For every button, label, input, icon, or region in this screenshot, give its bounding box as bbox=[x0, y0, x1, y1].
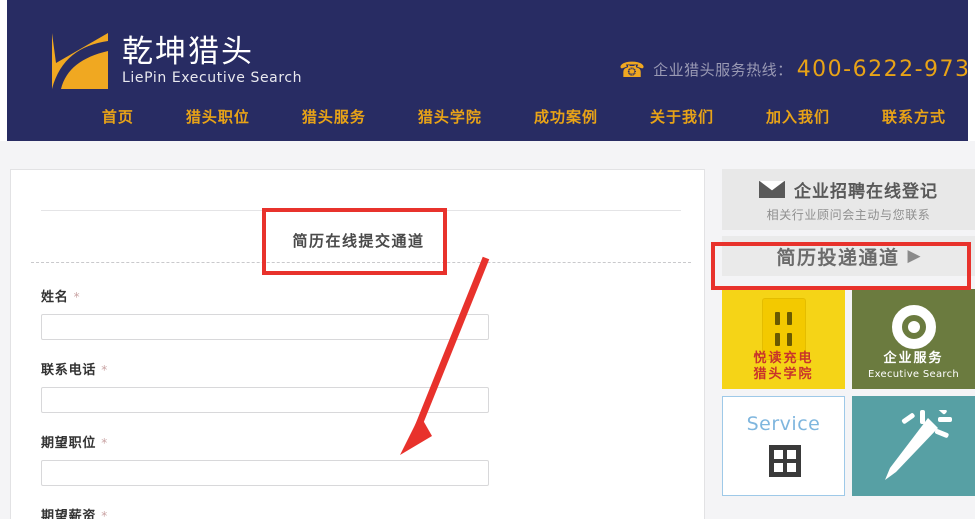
nav-item-join-us[interactable]: 加入我们 bbox=[766, 106, 830, 127]
hotline-number: 400-6222-973 bbox=[796, 57, 968, 82]
site-logo[interactable]: 乾坤猎头 LiePin Executive Search bbox=[52, 33, 302, 89]
field-label-phone-text: 联系电话 bbox=[41, 363, 97, 378]
field-expected-salary: 期望薪资 * bbox=[41, 505, 661, 519]
logo-mark-icon bbox=[52, 33, 108, 89]
nav-item-services[interactable]: 猎头服务 bbox=[302, 106, 366, 127]
enterprise-registration-subtitle: 相关行业顾问会主动与您联系 bbox=[766, 207, 931, 222]
envelope-icon bbox=[759, 180, 785, 198]
telephone-icon: ☎ bbox=[619, 57, 646, 82]
divider-solid bbox=[41, 210, 681, 211]
grid-squares-icon bbox=[769, 445, 801, 477]
page-root: 乾坤猎头 LiePin Executive Search ☎ 企业猎头服务热线：… bbox=[0, 0, 975, 519]
tile-enterprise-service-line2: Executive Search bbox=[867, 369, 960, 380]
resume-form-card: 简历在线提交通道 姓名 * 联系电话 * 期望职位 * 期望薪资 * bbox=[10, 169, 705, 519]
magic-wand-icon bbox=[885, 410, 952, 480]
nav-item-contact[interactable]: 联系方式 bbox=[882, 106, 946, 127]
tile-liepin-academy-line1: 悦读充电 bbox=[753, 351, 814, 366]
enterprise-registration-title-row: 企业招聘在线登记 bbox=[759, 177, 938, 202]
required-asterisk: * bbox=[101, 509, 109, 519]
field-label-name-text: 姓名 bbox=[41, 290, 69, 305]
field-expected-position: 期望职位 * bbox=[41, 432, 661, 486]
tile-enterprise-service-line1: 企业服务 bbox=[883, 351, 944, 366]
sidebar: 企业招聘在线登记 相关行业顾问会主动与您联系 简历投递通道 ▶ 悦读充电 猎头学… bbox=[722, 169, 975, 503]
nav-item-cases[interactable]: 成功案例 bbox=[534, 106, 598, 127]
nav-item-home[interactable]: 首页 bbox=[102, 106, 134, 127]
logo-title-cn: 乾坤猎头 bbox=[122, 34, 254, 70]
enterprise-registration-title: 企业招聘在线登记 bbox=[794, 181, 938, 202]
tile-liepin-academy[interactable]: 悦读充电 猎头学院 bbox=[722, 289, 845, 389]
resume-form: 姓名 * 联系电话 * 期望职位 * 期望薪资 * bbox=[41, 286, 661, 519]
hotline-label: 企业猎头服务热线： bbox=[653, 61, 793, 79]
required-asterisk: * bbox=[73, 290, 81, 304]
field-label-phone: 联系电话 * bbox=[41, 359, 661, 378]
tile-magic[interactable] bbox=[852, 396, 975, 496]
expected-position-input[interactable] bbox=[41, 460, 489, 486]
nav-item-about[interactable]: 关于我们 bbox=[650, 106, 714, 127]
logo-text: 乾坤猎头 LiePin Executive Search bbox=[122, 35, 302, 87]
site-header: 乾坤猎头 LiePin Executive Search ☎ 企业猎头服务热线：… bbox=[7, 0, 968, 141]
field-label-expected-salary-text: 期望薪资 bbox=[41, 509, 97, 519]
enterprise-registration-banner[interactable]: 企业招聘在线登记 相关行业顾问会主动与您联系 bbox=[722, 169, 975, 230]
required-asterisk: * bbox=[101, 436, 109, 450]
resume-submit-channel-label: 简历投递通道 bbox=[776, 246, 900, 269]
field-label-expected-salary: 期望薪资 * bbox=[41, 505, 661, 519]
name-input[interactable] bbox=[41, 314, 489, 340]
nav-item-academy[interactable]: 猎头学院 bbox=[418, 106, 482, 127]
logo-title-en: LiePin Executive Search bbox=[122, 70, 303, 86]
resume-submit-channel-button[interactable]: 简历投递通道 ▶ bbox=[722, 236, 975, 276]
tile-enterprise-service[interactable]: 企业服务 Executive Search bbox=[852, 289, 975, 389]
promo-tiles: 悦读充电 猎头学院 企业服务 Executive Search Service bbox=[722, 289, 975, 503]
tile-liepin-academy-caption: 悦读充电 猎头学院 bbox=[722, 351, 845, 383]
chevron-right-icon: ▶ bbox=[907, 246, 921, 266]
tile-enterprise-service-caption: 企业服务 Executive Search bbox=[852, 351, 975, 383]
hotline-block: ☎ 企业猎头服务热线： 400-6222-973 bbox=[619, 59, 968, 81]
field-label-name: 姓名 * bbox=[41, 286, 661, 305]
field-phone: 联系电话 * bbox=[41, 359, 661, 413]
tile-service-label: Service bbox=[746, 413, 821, 435]
field-label-expected-position-text: 期望职位 bbox=[41, 436, 97, 451]
nav-item-jobs[interactable]: 猎头职位 bbox=[186, 106, 250, 127]
tile-liepin-academy-line2: 猎头学院 bbox=[753, 367, 814, 382]
required-asterisk: * bbox=[101, 363, 109, 377]
main-navigation: 首页 猎头职位 猎头服务 猎头学院 成功案例 关于我们 加入我们 联系方式 bbox=[7, 101, 968, 131]
field-label-expected-position: 期望职位 * bbox=[41, 432, 661, 451]
tile-service[interactable]: Service bbox=[722, 396, 845, 496]
divider-dashed bbox=[31, 262, 691, 263]
ring-target-icon bbox=[892, 305, 936, 349]
field-name: 姓名 * bbox=[41, 286, 661, 340]
phone-input[interactable] bbox=[41, 387, 489, 413]
page-title: 简历在线提交通道 bbox=[292, 232, 425, 250]
